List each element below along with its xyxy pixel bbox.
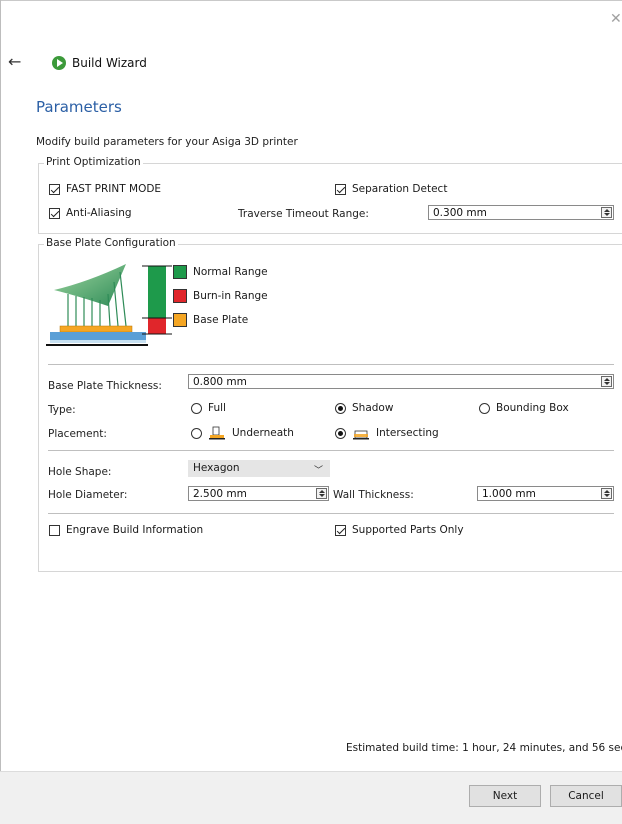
back-arrow-icon[interactable]: ←	[8, 54, 21, 70]
type-shadow-radio[interactable]: Shadow	[335, 402, 393, 414]
estimated-build-time: Estimated build time: 1 hour, 24 minutes…	[346, 742, 622, 754]
wall-thickness-field[interactable]: 1.000 mm	[477, 486, 614, 501]
radio-dot[interactable]	[335, 402, 346, 414]
separation-detect-checkbox[interactable]: Separation Detect	[335, 183, 447, 195]
hole-diameter-field[interactable]: 2.500 mm	[188, 486, 329, 501]
page-subtitle: Modify build parameters for your Asiga 3…	[36, 136, 298, 148]
legend-normal-range: Normal Range	[173, 265, 268, 279]
normal-range-swatch	[173, 265, 187, 279]
checkbox-box[interactable]	[335, 524, 346, 536]
type-shadow-label: Shadow	[352, 402, 394, 414]
radio-dot[interactable]	[479, 402, 490, 414]
base-plate-thickness-field[interactable]: 0.800 mm	[188, 374, 614, 389]
supported-parts-only-label: Supported Parts Only	[352, 524, 464, 536]
hole-shape-select[interactable]: Hexagon ﹀	[188, 460, 330, 477]
checkbox-box[interactable]	[49, 207, 60, 219]
spin-arrows-icon[interactable]	[601, 376, 612, 387]
traverse-timeout-label: Traverse Timeout Range:	[238, 208, 369, 220]
type-full-label: Full	[208, 402, 226, 414]
type-bounding-box-radio[interactable]: Bounding Box	[479, 402, 569, 414]
fast-print-mode-checkbox[interactable]: FAST PRINT MODE	[49, 183, 161, 195]
placement-intersecting-radio[interactable]: Intersecting	[335, 426, 439, 440]
cancel-button[interactable]: Cancel	[550, 785, 622, 807]
checkbox-box[interactable]	[49, 524, 60, 536]
legend-burn-in-range: Burn-in Range	[173, 289, 268, 303]
spin-arrows-icon[interactable]	[316, 488, 327, 499]
wall-thickness-value: 1.000 mm	[482, 488, 536, 500]
base-plate-label: Base Plate	[193, 314, 249, 326]
engrave-build-info-label: Engrave Build Information	[66, 524, 204, 536]
engrave-build-info-checkbox[interactable]: Engrave Build Information	[49, 524, 203, 536]
burn-in-range-swatch	[173, 289, 187, 303]
burn-in-range-label: Burn-in Range	[193, 290, 268, 302]
wall-thickness-label: Wall Thickness:	[333, 489, 414, 501]
placement-underneath-radio[interactable]: Underneath	[191, 426, 294, 440]
base-plate-diagram	[46, 264, 172, 346]
base-plate-thickness-value: 0.800 mm	[193, 376, 247, 388]
type-bounding-box-label: Bounding Box	[496, 402, 569, 414]
radio-dot[interactable]	[191, 427, 202, 439]
radio-dot[interactable]	[335, 427, 346, 439]
anti-aliasing-label: Anti-Aliasing	[66, 207, 132, 219]
fast-print-mode-label: FAST PRINT MODE	[66, 183, 162, 195]
hole-shape-label: Hole Shape:	[48, 466, 112, 478]
traverse-timeout-value: 0.300 mm	[433, 207, 487, 219]
window-top-border	[0, 0, 622, 1]
spin-arrows-icon[interactable]	[601, 207, 612, 218]
type-label: Type:	[48, 404, 76, 416]
hole-diameter-label: Hole Diameter:	[48, 489, 128, 501]
separation-detect-label: Separation Detect	[352, 183, 448, 195]
next-button[interactable]: Next	[469, 785, 541, 807]
hole-diameter-value: 2.500 mm	[193, 488, 247, 500]
placement-label: Placement:	[48, 428, 107, 440]
type-full-radio[interactable]: Full	[191, 402, 226, 414]
legend-base-plate: Base Plate	[173, 313, 248, 327]
spin-arrows-icon[interactable]	[601, 488, 612, 499]
chevron-down-icon: ﹀	[313, 466, 323, 476]
checkbox-box[interactable]	[335, 183, 346, 195]
divider	[48, 513, 614, 514]
footer-bar: Next Cancel	[0, 771, 622, 824]
print-optimization-group	[38, 163, 622, 234]
window-left-border	[0, 0, 1, 823]
checkbox-box[interactable]	[49, 183, 60, 195]
base-plate-thickness-label: Base Plate Thickness:	[48, 380, 162, 392]
traverse-timeout-field[interactable]: 0.300 mm	[428, 205, 614, 220]
divider	[48, 364, 614, 365]
base-plate-swatch	[173, 313, 187, 327]
intersecting-icon	[353, 430, 369, 440]
anti-aliasing-checkbox[interactable]: Anti-Aliasing	[49, 207, 132, 219]
wizard-play-icon	[52, 56, 66, 70]
print-optimization-legend: Print Optimization	[44, 156, 143, 168]
base-plate-legend: Base Plate Configuration	[44, 237, 178, 249]
wizard-title: Build Wizard	[72, 56, 147, 70]
hole-shape-value: Hexagon	[193, 462, 240, 474]
underneath-icon	[209, 426, 225, 440]
supported-parts-only-checkbox[interactable]: Supported Parts Only	[335, 524, 464, 536]
divider	[48, 450, 614, 451]
normal-range-label: Normal Range	[193, 266, 268, 278]
page-title: Parameters	[36, 98, 122, 116]
placement-underneath-label: Underneath	[232, 427, 294, 439]
placement-intersecting-label: Intersecting	[376, 427, 439, 439]
close-icon[interactable]: ✕	[610, 12, 622, 26]
radio-dot[interactable]	[191, 402, 202, 414]
